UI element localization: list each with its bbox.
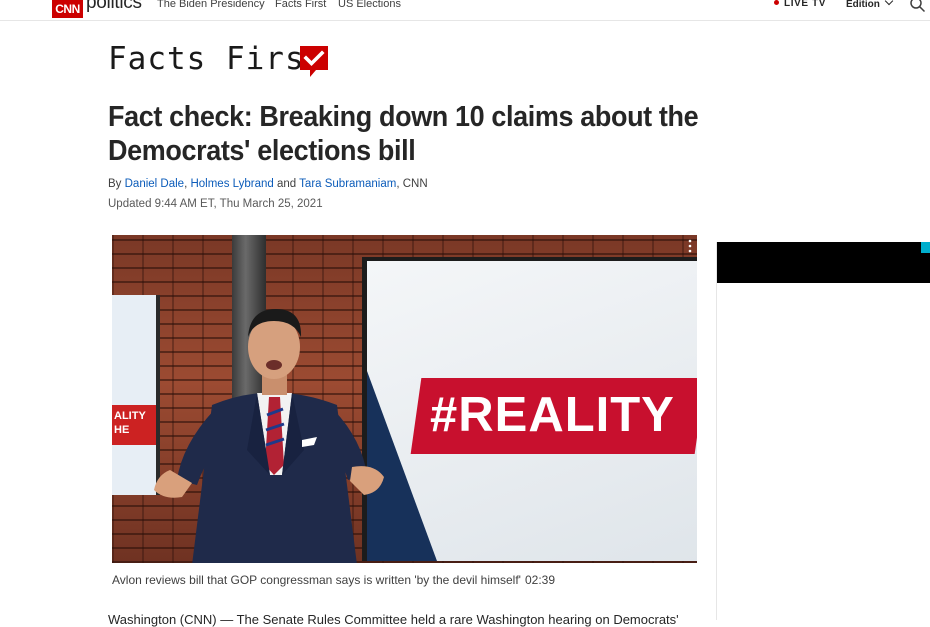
author-link-daniel-dale[interactable]: Daniel Dale: [125, 178, 184, 190]
article-headline: Fact check: Breaking down 10 claims abou…: [108, 101, 699, 167]
byline-and: and: [276, 178, 297, 190]
section-title-politics[interactable]: politics: [86, 0, 142, 14]
left-screen-text: ALITY: [114, 410, 146, 422]
byline-prefix: By: [108, 178, 122, 190]
ad-rail: [716, 242, 930, 620]
live-tv-label: LIVE TV: [784, 0, 826, 9]
nav-link-facts-first[interactable]: Facts First: [275, 0, 326, 10]
live-dot-icon: [774, 0, 779, 5]
author-link-holmes-lybrand[interactable]: Holmes Lybrand: [190, 178, 273, 190]
left-screen-text-2: HE: [114, 424, 130, 436]
edition-label: Edition: [846, 0, 880, 10]
chevron-down-icon: [884, 0, 894, 6]
checkmark-badge-icon: [300, 46, 328, 77]
video-player[interactable]: ALITY HE #REALITY: [112, 235, 697, 563]
nav-link-biden-presidency[interactable]: The Biden Presidency: [157, 0, 265, 10]
facts-first-label: Facts First: [108, 41, 325, 77]
vertical-dots-icon[interactable]: [688, 239, 692, 253]
video-caption: Avlon reviews bill that GOP congressman …: [112, 573, 555, 587]
cnn-logo[interactable]: CNN: [52, 0, 83, 18]
video-duration: 02:39: [524, 573, 556, 587]
byline-suffix: , CNN: [396, 178, 428, 190]
ad-banner[interactable]: [717, 242, 930, 283]
video-caption-text: Avlon reviews bill that GOP congressman …: [112, 573, 521, 587]
edition-dropdown[interactable]: Edition: [846, 0, 894, 10]
author-link-tara-subramaniam[interactable]: Tara Subramaniam: [299, 178, 396, 190]
byline: By Daniel Dale, Holmes Lybrand and Tara …: [108, 178, 428, 190]
presenter-figure: [154, 309, 384, 563]
live-tv-link[interactable]: LIVE TV: [774, 0, 826, 9]
search-icon[interactable]: [909, 0, 927, 14]
nav-link-us-elections[interactable]: US Elections: [338, 0, 401, 10]
updated-timestamp: Updated 9:44 AM ET, Thu March 25, 2021: [108, 198, 323, 210]
top-navigation: CNN politics The Biden Presidency Facts …: [0, 0, 930, 21]
reality-banner-text: #REALITY: [430, 388, 675, 442]
ad-choices-icon[interactable]: [921, 242, 930, 253]
